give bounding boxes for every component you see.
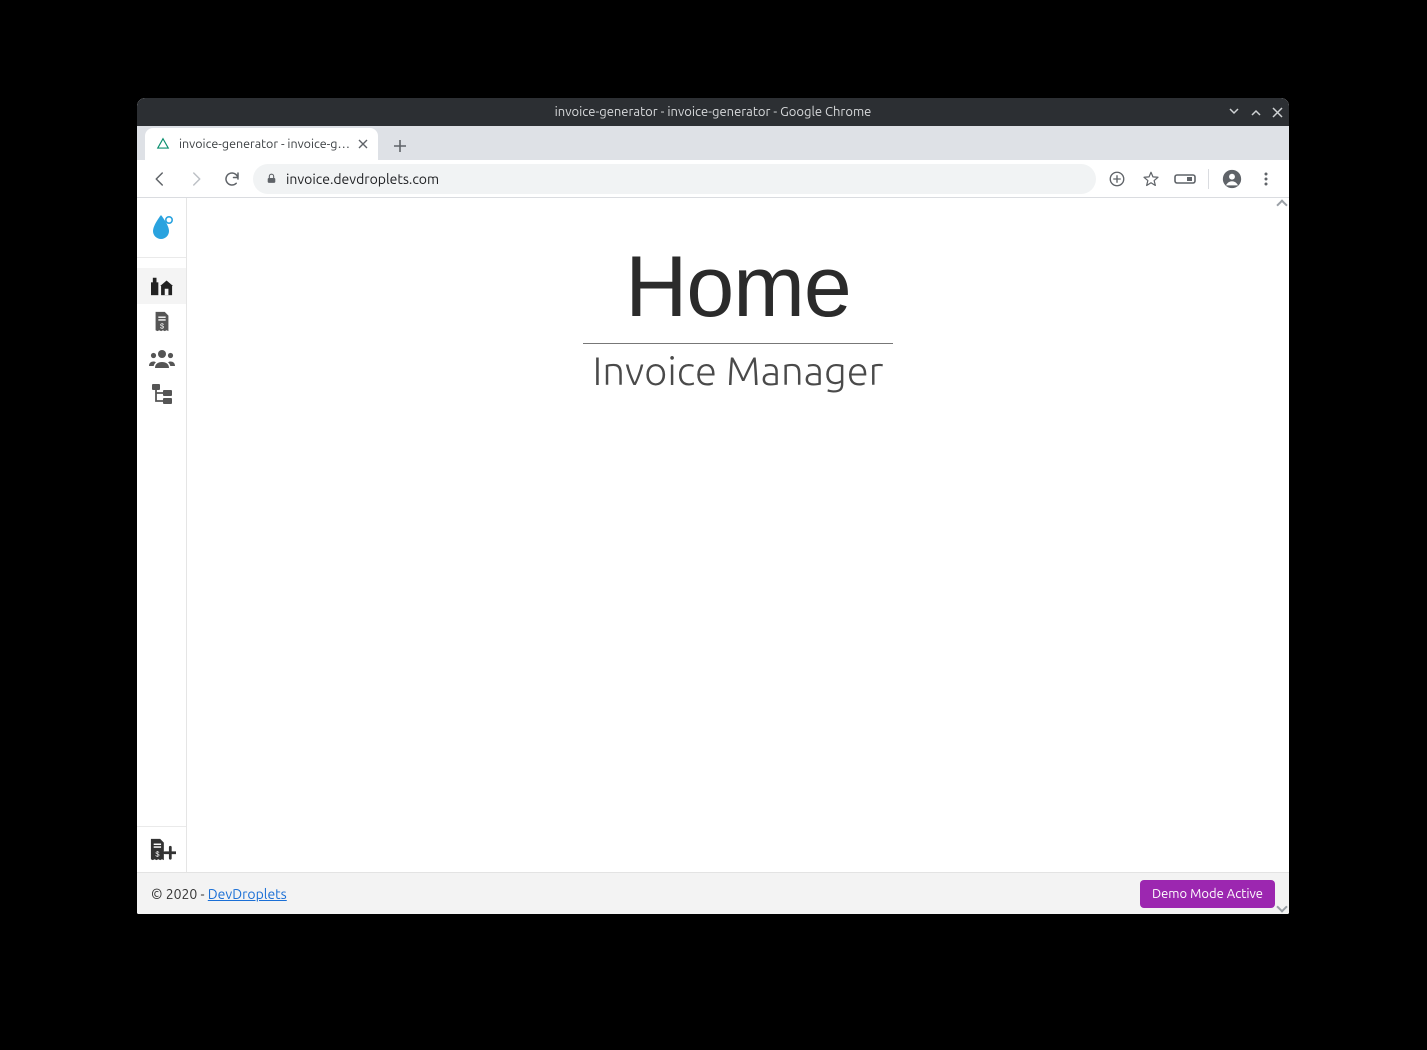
tab-title: invoice-generator - invoice-g…	[179, 137, 350, 151]
forward-button[interactable]	[181, 164, 211, 194]
lock-icon	[265, 172, 278, 185]
page-subtitle: Invoice Manager	[583, 348, 893, 393]
demo-mode-badge[interactable]: Demo Mode Active	[1140, 880, 1275, 908]
window-title: invoice-generator - invoice-generator - …	[555, 105, 872, 119]
toolbar-separator	[1208, 169, 1209, 189]
footer-link[interactable]: DevDroplets	[208, 886, 287, 902]
page-title: Home	[583, 238, 893, 337]
reload-button[interactable]	[217, 164, 247, 194]
new-tab-button[interactable]	[386, 132, 414, 160]
browser-tab[interactable]: invoice-generator - invoice-g…	[145, 128, 378, 160]
browser-window: invoice-generator - invoice-generator - …	[137, 98, 1289, 914]
sidebar-item-clients[interactable]	[137, 340, 186, 376]
tab-strip: invoice-generator - invoice-g…	[137, 126, 1289, 160]
minimize-icon[interactable]	[1228, 106, 1240, 118]
install-app-icon[interactable]	[1102, 164, 1132, 194]
kebab-menu-icon[interactable]	[1251, 164, 1281, 194]
title-divider	[583, 343, 893, 344]
new-invoice-button[interactable]: $	[137, 826, 186, 872]
tab-close-icon[interactable]	[358, 139, 368, 149]
back-button[interactable]	[145, 164, 175, 194]
app-sidebar: $	[137, 198, 187, 872]
extension-icon[interactable]	[1170, 164, 1200, 194]
new-invoice-icon: $	[148, 838, 176, 862]
close-icon[interactable]	[1272, 107, 1283, 118]
app-logo[interactable]	[137, 198, 186, 258]
svg-text:$: $	[155, 849, 159, 858]
home-icon	[150, 275, 174, 297]
maximize-icon[interactable]	[1250, 106, 1262, 118]
sidebar-item-invoices[interactable]: $	[137, 304, 186, 340]
sidebar-item-categories[interactable]	[137, 376, 186, 412]
scrollbar[interactable]	[1277, 198, 1289, 914]
hero: Home Invoice Manager	[583, 238, 893, 393]
sidebar-nav: $	[137, 258, 186, 412]
address-bar[interactable]: invoice.devdroplets.com	[253, 164, 1096, 194]
os-titlebar: invoice-generator - invoice-generator - …	[137, 98, 1289, 126]
tree-icon	[150, 383, 174, 405]
browser-toolbar: invoice.devdroplets.com	[137, 160, 1289, 198]
bookmark-icon[interactable]	[1136, 164, 1166, 194]
copyright-text: © 2020 -	[151, 886, 208, 902]
profile-icon[interactable]	[1217, 164, 1247, 194]
tab-favicon-icon	[155, 136, 171, 152]
sidebar-item-home[interactable]	[137, 268, 186, 304]
url-text: invoice.devdroplets.com	[286, 171, 439, 187]
page-viewport: $	[137, 198, 1289, 914]
svg-text:$: $	[159, 321, 163, 330]
invoice-icon: $	[152, 311, 172, 333]
app-footer: © 2020 - DevDroplets Demo Mode Active	[137, 872, 1289, 914]
people-icon	[149, 348, 175, 368]
main-content: Home Invoice Manager	[187, 198, 1289, 872]
footer-left: © 2020 - DevDroplets	[151, 886, 287, 902]
window-controls	[1228, 98, 1283, 126]
